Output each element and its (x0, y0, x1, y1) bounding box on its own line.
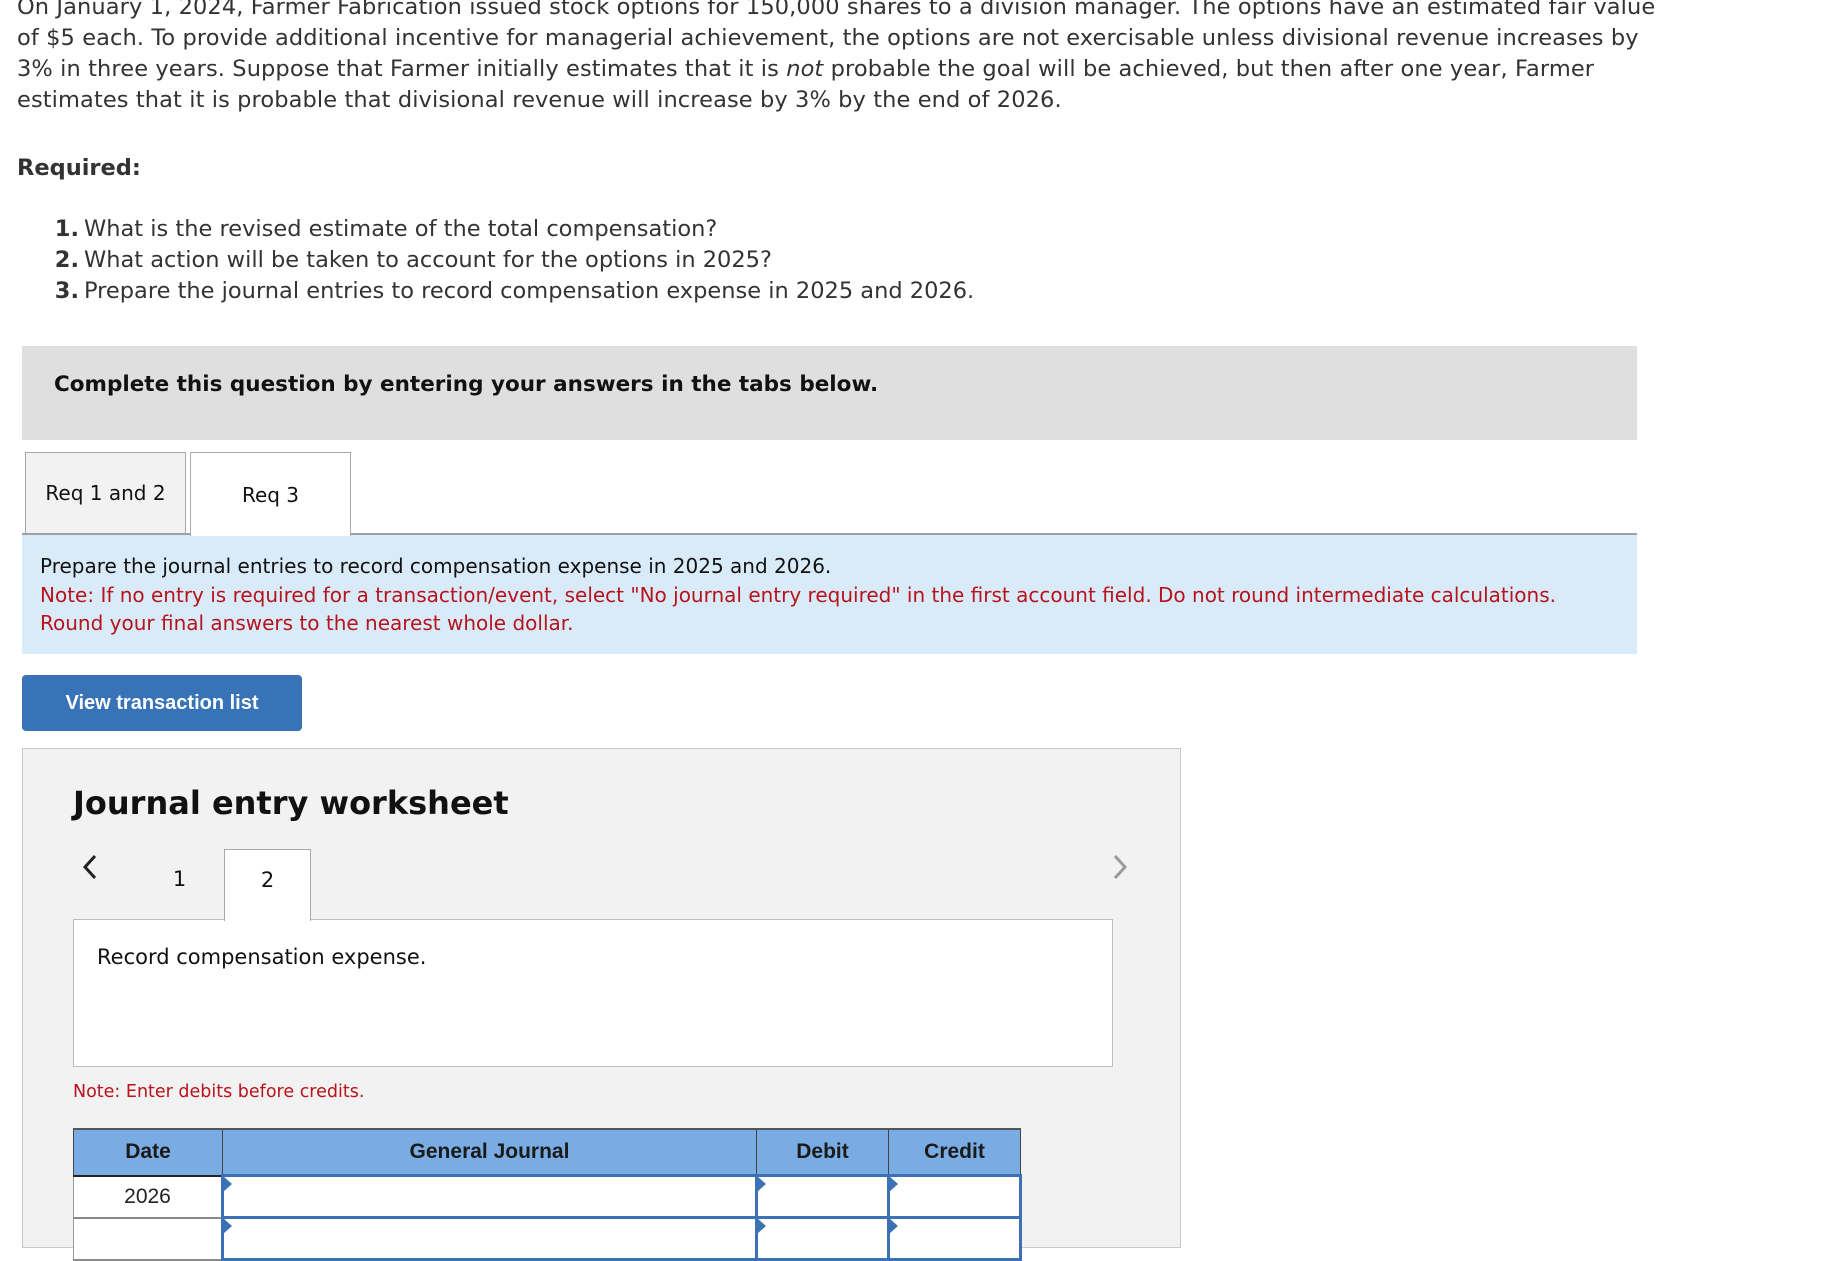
table-row (73, 1216, 1022, 1261)
account-cell[interactable] (221, 1174, 758, 1219)
header-debit: Debit (756, 1128, 889, 1177)
date-cell (73, 1217, 223, 1261)
requirement-text: What action will be taken to account for… (84, 247, 772, 273)
intro-emphasis: not (786, 56, 824, 82)
requirement-item: 1. What is the revised estimate of the to… (0, 214, 974, 245)
debit-input[interactable] (758, 1219, 887, 1258)
debit-credit-note: Note: Enter debits before credits. (73, 1082, 365, 1102)
input-marker-icon (757, 1218, 766, 1234)
prev-entry-button[interactable] (75, 849, 105, 885)
page-number: 2 (260, 868, 275, 892)
required-heading: Required: (17, 155, 141, 181)
requirement-item: 2. What action will be taken to account f… (0, 245, 974, 276)
account-input[interactable] (224, 1219, 755, 1258)
instructions-banner: Complete this question by entering your … (22, 346, 1637, 440)
entry-description-box: Record compensation expense. (73, 919, 1113, 1067)
credit-input[interactable] (890, 1219, 1019, 1258)
credit-input[interactable] (890, 1177, 1019, 1216)
next-entry-button[interactable] (1105, 849, 1135, 885)
instruction-note: Note: If no entry is required for a tran… (40, 582, 1556, 636)
header-credit: Credit (888, 1128, 1021, 1177)
requirement-number: 2. (54, 247, 79, 273)
instruction-text: Prepare the journal entries to record co… (40, 554, 832, 578)
journal-table: Date General Journal Debit Credit 2026 (73, 1128, 1022, 1261)
banner-text: Complete this question by entering your … (54, 372, 879, 397)
requirements-list: 1. What is the revised estimate of the to… (0, 214, 974, 307)
requirement-text: What is the revised estimate of the tota… (84, 216, 718, 242)
account-cell[interactable] (221, 1216, 758, 1261)
chevron-right-icon (1113, 854, 1128, 880)
requirement-number: 3. (54, 278, 79, 304)
date-cell: 2026 (73, 1175, 223, 1219)
requirement-item: 3. Prepare the journal entries to record … (0, 276, 974, 307)
page-number: 1 (172, 867, 187, 891)
dropdown-marker-icon (223, 1218, 232, 1234)
debit-cell[interactable] (755, 1216, 890, 1261)
journal-entry-worksheet: Journal entry worksheet 1 2 Record compe… (22, 748, 1181, 1261)
requirement-number: 1. (54, 216, 79, 242)
input-marker-icon (889, 1218, 898, 1234)
input-marker-icon (889, 1176, 898, 1192)
tab-label: Req 1 and 2 (45, 481, 166, 505)
tab-label: Req 3 (241, 482, 300, 507)
account-input[interactable] (224, 1177, 755, 1216)
requirement-text: Prepare the journal entries to record co… (84, 278, 975, 304)
credit-cell[interactable] (887, 1174, 1022, 1219)
entry-page-2[interactable]: 2 (224, 849, 311, 921)
table-row: 2026 (73, 1174, 1022, 1219)
tab-req-1-and-2[interactable]: Req 1 and 2 (25, 452, 186, 534)
debit-input[interactable] (758, 1177, 887, 1216)
entry-description: Record compensation expense. (97, 945, 427, 969)
credit-cell[interactable] (887, 1216, 1022, 1261)
worksheet-title: Journal entry worksheet (73, 784, 509, 822)
chevron-left-icon (82, 854, 97, 880)
view-transaction-list-button[interactable]: View transaction list (22, 675, 302, 731)
tab-req-3[interactable]: Req 3 (190, 452, 351, 536)
debit-cell[interactable] (755, 1174, 890, 1219)
input-marker-icon (757, 1176, 766, 1192)
entry-page-1[interactable]: 1 (136, 849, 223, 920)
header-date: Date (73, 1128, 223, 1177)
problem-intro: On January 1, 2024, Farmer Fabrication i… (17, 0, 1677, 116)
dropdown-marker-icon (223, 1176, 232, 1192)
journal-header-row: Date General Journal Debit Credit (73, 1128, 1021, 1177)
requirement-instructions: Prepare the journal entries to record co… (22, 535, 1637, 654)
header-general-journal: General Journal (222, 1128, 757, 1177)
